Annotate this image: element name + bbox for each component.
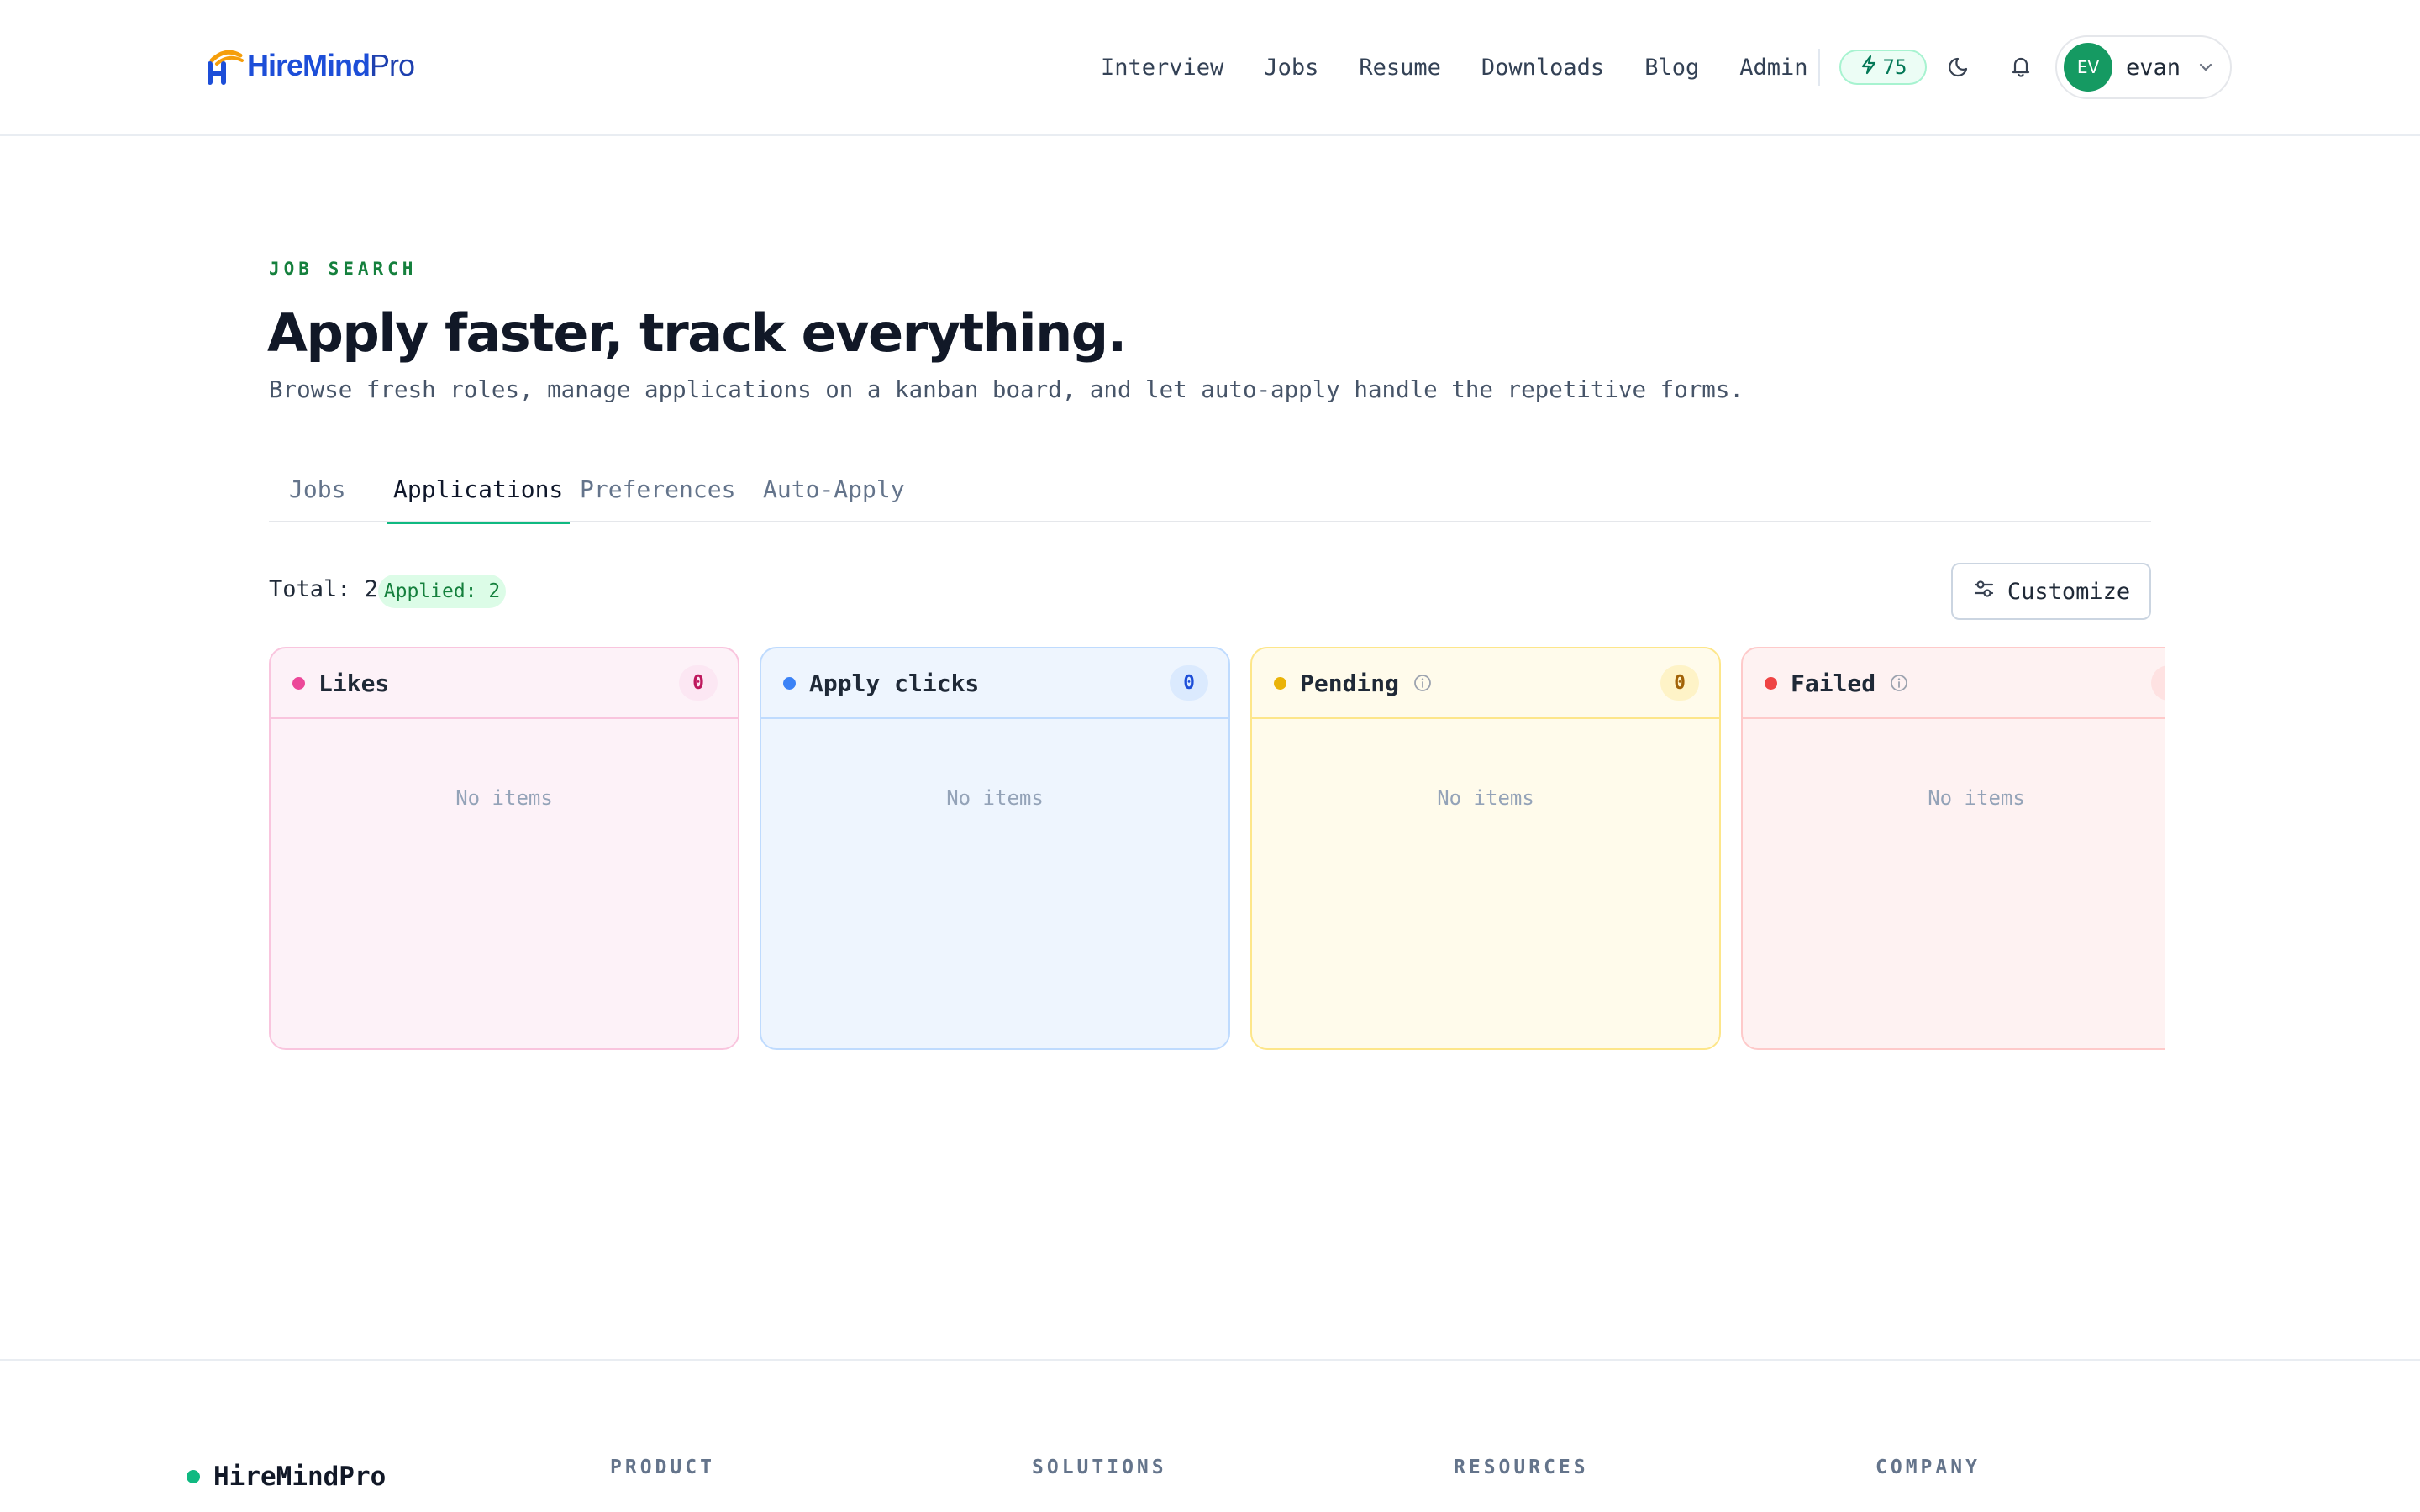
info-icon[interactable]	[1889, 673, 1909, 693]
bell-icon	[2008, 54, 2033, 82]
sliders-icon	[1972, 577, 1996, 606]
footer-brand-name: HireMindPro	[213, 1462, 387, 1492]
column-count-badge: 0	[1170, 665, 1208, 701]
tab-auto-apply[interactable]: Auto-Apply	[763, 470, 905, 522]
customize-button[interactable]: Customize	[1951, 563, 2151, 620]
footer-heading-solutions: SOLUTIONS	[1032, 1457, 1167, 1478]
kanban-column-failed: Failed 0 No items	[1741, 647, 2165, 1050]
nav-divider	[1818, 49, 1820, 86]
footer-heading-product: PRODUCT	[610, 1457, 715, 1478]
column-dot	[292, 676, 305, 690]
chevron-down-icon	[2197, 61, 2214, 73]
user-name: evan	[2126, 54, 2181, 81]
kanban-column-likes: Likes 0 No items	[269, 647, 739, 1050]
credits-badge[interactable]: 75	[1839, 50, 1927, 85]
page-subtitle: Browse fresh roles, manage applications …	[269, 376, 1744, 403]
footer-brand[interactable]: HireMindPro	[187, 1462, 386, 1492]
tab-jobs[interactable]: Jobs	[289, 470, 345, 522]
column-header: Failed 0	[1743, 648, 2165, 719]
column-header: Pending 0	[1252, 648, 1719, 719]
nav-link-downloads[interactable]: Downloads	[1481, 55, 1604, 81]
kanban-column-pending: Pending 0 No items	[1250, 647, 1721, 1050]
column-count-badge: 0	[2151, 665, 2165, 701]
column-title: Pending	[1300, 669, 1400, 697]
column-title: Likes	[318, 669, 390, 697]
column-count-badge: 0	[679, 665, 718, 701]
nav-link-interview[interactable]: Interview	[1101, 55, 1223, 81]
column-title: Apply clicks	[809, 669, 980, 697]
avatar: EV	[2064, 43, 2112, 92]
footer-brand-dot	[187, 1470, 200, 1483]
column-title: Failed	[1791, 669, 1876, 697]
footer-heading-resources: RESOURCES	[1454, 1457, 1589, 1478]
kanban-board: Likes 0 No items Apply clicks 0 No items…	[269, 647, 2165, 1052]
top-navbar: HireMindPro Interview Jobs Resume Downlo…	[0, 0, 2420, 136]
nav-link-blog[interactable]: Blog	[1644, 55, 1699, 81]
column-dot	[1765, 676, 1777, 690]
moon-icon	[1948, 54, 1973, 82]
tab-applications[interactable]: Applications	[386, 470, 571, 524]
column-header: Likes 0	[271, 648, 738, 719]
kanban-column-apply-clicks: Apply clicks 0 No items	[760, 647, 1230, 1050]
site-footer: HireMindPro PRODUCT SOLUTIONS RESOURCES …	[0, 1359, 2420, 1512]
lightning-icon	[1860, 55, 1878, 80]
tab-bar: Jobs Applications Preferences Auto-Apply	[269, 470, 2151, 524]
column-count-badge: 0	[1660, 665, 1699, 701]
nav-link-resume[interactable]: Resume	[1359, 55, 1441, 81]
info-icon[interactable]	[1413, 673, 1433, 693]
customize-label: Customize	[2007, 578, 2131, 605]
page-title: Apply faster, track everything.	[267, 302, 1127, 364]
total-count: Total: 2	[269, 576, 379, 602]
tab-preferences[interactable]: Preferences	[580, 470, 735, 522]
footer-heading-company: COMPANY	[1876, 1457, 1981, 1478]
brand-logo-link[interactable]: HireMindPro	[207, 40, 415, 91]
nav-link-admin[interactable]: Admin	[1739, 55, 1807, 81]
brand-name: HireMindPro	[247, 48, 415, 82]
applied-badge: Applied: 2	[378, 575, 506, 608]
empty-state: No items	[946, 786, 1044, 810]
column-header: Apply clicks 0	[761, 648, 1228, 719]
user-menu-button[interactable]: EV evan	[2055, 35, 2232, 99]
credits-count: 75	[1882, 55, 1907, 79]
brand-mark-icon	[207, 45, 244, 86]
section-eyebrow: JOB SEARCH	[269, 259, 418, 279]
column-dot	[783, 676, 796, 690]
empty-state: No items	[1437, 786, 1534, 810]
main-nav: Interview Jobs Resume Downloads Blog Adm…	[1101, 47, 1808, 87]
notifications-button[interactable]	[2002, 49, 2040, 87]
column-dot	[1274, 676, 1286, 690]
nav-link-jobs[interactable]: Jobs	[1264, 55, 1318, 81]
theme-toggle-button[interactable]	[1941, 49, 1980, 87]
empty-state: No items	[1928, 786, 2025, 810]
empty-state: No items	[455, 786, 553, 810]
